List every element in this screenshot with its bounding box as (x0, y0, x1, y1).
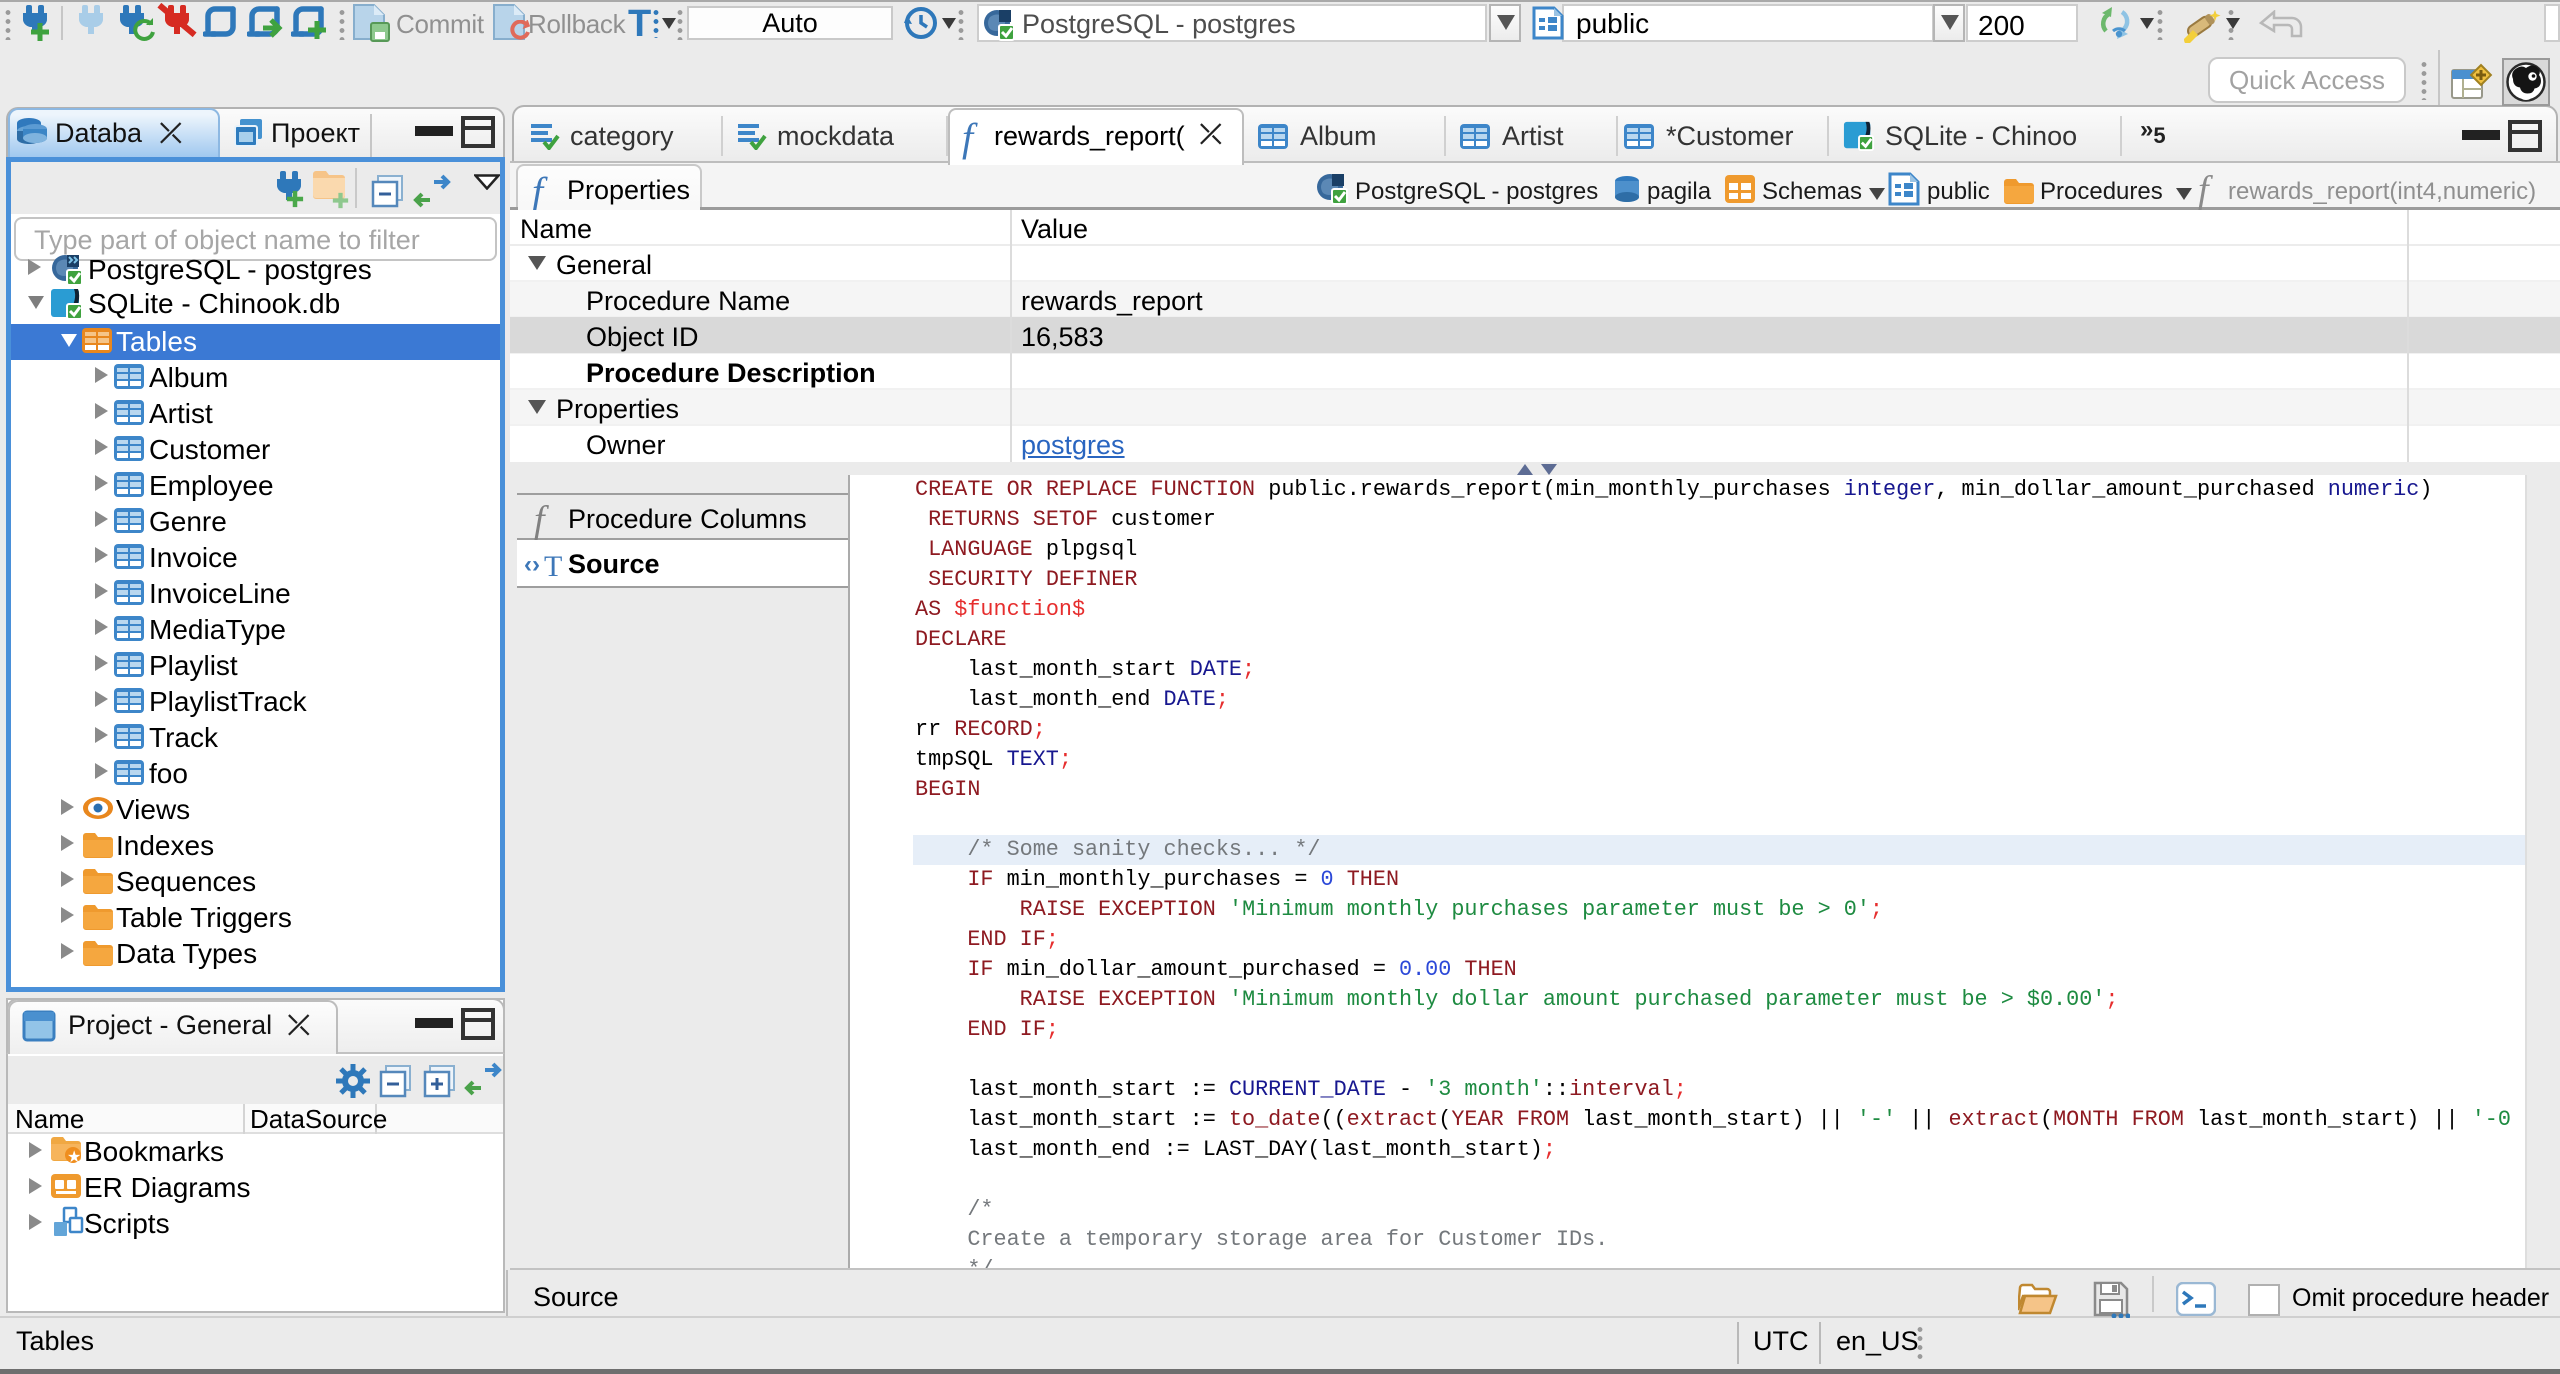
svg-text:T: T (544, 550, 562, 580)
svg-text:★: ★ (67, 1149, 81, 1164)
svg-text:‹›: ‹› (524, 551, 540, 578)
